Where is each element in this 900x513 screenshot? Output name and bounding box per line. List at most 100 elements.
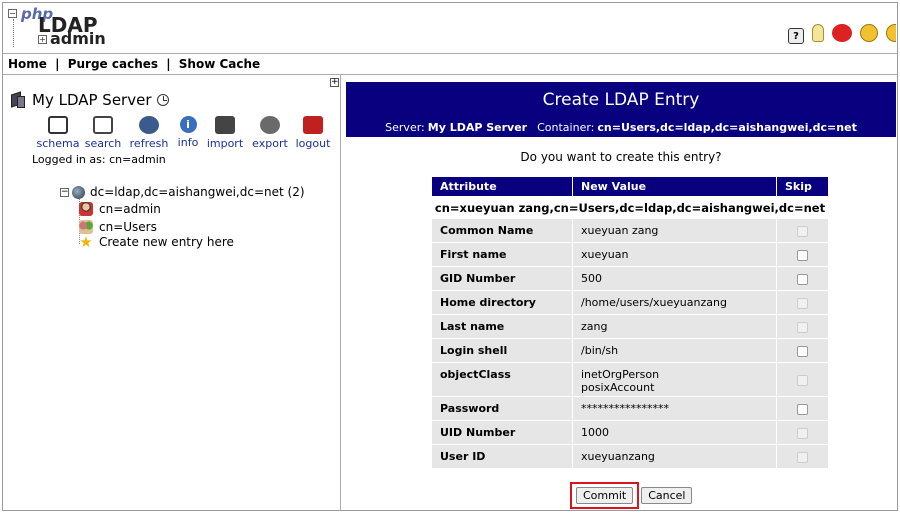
bug-icon[interactable] xyxy=(832,24,852,42)
attribute-value: 1000 xyxy=(572,420,777,445)
skip-cell xyxy=(776,218,829,243)
lightbulb-icon[interactable] xyxy=(812,24,824,42)
container-label: Container: xyxy=(537,121,595,134)
table-row: Password **************** xyxy=(431,396,829,421)
server-toolbar: schema search refresh i info import expo… xyxy=(34,116,334,150)
collapse-icon[interactable]: − xyxy=(60,187,69,197)
skip-cell xyxy=(776,266,829,291)
skip-cell xyxy=(776,420,829,445)
refresh-icon xyxy=(139,116,159,134)
search-icon xyxy=(93,116,113,134)
menu-separator: | xyxy=(166,57,171,71)
skip-cell xyxy=(776,444,829,469)
skip-checkbox[interactable] xyxy=(797,345,808,357)
tool-search[interactable]: search xyxy=(82,116,124,150)
menu-divider xyxy=(3,74,898,75)
menu-home-link[interactable]: Home xyxy=(8,57,47,71)
tool-logout[interactable]: logout xyxy=(292,116,334,150)
form-buttons: Commit Cancel xyxy=(570,482,693,509)
server-name: My LDAP Server xyxy=(32,91,152,109)
table-row: Last name zang xyxy=(431,314,829,339)
header-attribute: Attribute xyxy=(431,176,573,197)
tool-import[interactable]: import xyxy=(202,116,248,150)
expand-panel-icon[interactable]: + xyxy=(330,78,339,87)
skip-cell xyxy=(776,396,829,421)
menu-separator: | xyxy=(55,57,60,71)
skip-checkbox xyxy=(797,225,808,237)
tree-item-create-new[interactable]: ★ Create new entry here xyxy=(79,233,234,251)
phpldapadmin-logo[interactable]: − + php LDAP admin xyxy=(8,5,108,49)
tool-import-label: import xyxy=(206,137,244,150)
tool-schema[interactable]: schema xyxy=(34,116,82,150)
schema-icon xyxy=(48,116,68,134)
skip-checkbox xyxy=(797,374,808,386)
attribute-value: xueyuanzang xyxy=(572,444,777,469)
commit-button[interactable]: Commit xyxy=(576,487,634,504)
export-icon xyxy=(260,116,280,134)
form-title-bar: Create LDAP Entry Server: My LDAP Server C… xyxy=(346,82,896,137)
attribute-name: Common Name xyxy=(431,218,573,243)
attribute-name: First name xyxy=(431,242,573,267)
skip-checkbox[interactable] xyxy=(797,273,808,285)
tree-item-admin[interactable]: cn=admin xyxy=(79,200,161,218)
attribute-value: zang xyxy=(572,314,777,339)
dn-row: cn=xueyuan zang,cn=Users,dc=ldap,dc=aish… xyxy=(431,196,829,219)
table-row: User ID xueyuanzang xyxy=(431,444,829,469)
server-label: Server: xyxy=(385,121,425,134)
skip-checkbox[interactable] xyxy=(797,403,808,415)
attribute-name: GID Number xyxy=(431,266,573,291)
logout-icon xyxy=(303,116,323,134)
table-row: Login shell/bin/sh xyxy=(431,338,829,363)
attribute-name: objectClass xyxy=(431,362,573,397)
tree-root[interactable]: − dc=ldap,dc=aishangwei,dc=net (2) xyxy=(60,183,305,201)
table-row: objectClass inetOrgPerson posixAccount xyxy=(431,362,829,397)
menu-purge-caches-link[interactable]: Purge caches xyxy=(68,57,158,71)
info-icon: i xyxy=(179,116,197,133)
attribute-value: inetOrgPerson posixAccount xyxy=(572,362,777,397)
table-row: Common Name xueyuan zang xyxy=(431,218,829,243)
import-icon xyxy=(215,116,235,134)
user-icon xyxy=(79,202,93,216)
logo-tree-line xyxy=(13,19,14,47)
skip-cell xyxy=(776,314,829,339)
attribute-name: Last name xyxy=(431,314,573,339)
clock-icon[interactable] xyxy=(156,94,169,106)
attribute-value: xueyuan zang xyxy=(572,218,777,243)
smiley-icon[interactable] xyxy=(860,24,878,42)
skip-cell xyxy=(776,362,829,397)
entry-table: Attribute New Value Skip cn=xueyuan zang… xyxy=(431,176,829,469)
tree-item-label[interactable]: cn=Users xyxy=(99,220,157,234)
skip-checkbox xyxy=(797,451,808,463)
attribute-value: /bin/sh xyxy=(572,338,777,363)
top-menu: Home | Purge caches | Show Cache xyxy=(8,57,260,71)
skip-checkbox[interactable] xyxy=(797,249,808,261)
table-row: First name xueyuan xyxy=(431,242,829,267)
tree-item-label[interactable]: cn=admin xyxy=(99,202,161,216)
container-value: cn=Users,dc=ldap,dc=aishangwei,dc=net xyxy=(597,121,857,134)
tree-root-label[interactable]: dc=ldap,dc=aishangwei,dc=net (2) xyxy=(90,185,305,199)
help-icon[interactable]: ? xyxy=(788,28,804,44)
tool-refresh[interactable]: refresh xyxy=(124,116,174,150)
smiley-partial-icon[interactable] xyxy=(886,24,896,42)
skip-cell xyxy=(776,242,829,267)
attribute-name: User ID xyxy=(431,444,573,469)
header-divider xyxy=(3,53,898,54)
cancel-button[interactable]: Cancel xyxy=(641,487,693,504)
dn-value: cn=xueyuan zang,cn=Users,dc=ldap,dc=aish… xyxy=(431,196,829,219)
skip-cell xyxy=(776,338,829,363)
panel-divider xyxy=(340,75,341,511)
attribute-name: Password xyxy=(431,396,573,421)
server-value: My LDAP Server xyxy=(427,121,528,134)
attribute-value: xueyuan xyxy=(572,242,777,267)
tree-item-label[interactable]: Create new entry here xyxy=(99,235,234,249)
skip-checkbox xyxy=(797,321,808,333)
skip-checkbox xyxy=(797,297,808,309)
menu-show-cache-link[interactable]: Show Cache xyxy=(179,57,260,71)
confirm-question: Do you want to create this entry? xyxy=(520,150,722,164)
tool-info[interactable]: i info xyxy=(174,116,202,150)
tool-export[interactable]: export xyxy=(248,116,292,150)
tool-refresh-label: refresh xyxy=(129,137,169,150)
globe-icon xyxy=(72,185,85,199)
attribute-value-line: posixAccount xyxy=(581,381,655,394)
attribute-name: UID Number xyxy=(431,420,573,445)
